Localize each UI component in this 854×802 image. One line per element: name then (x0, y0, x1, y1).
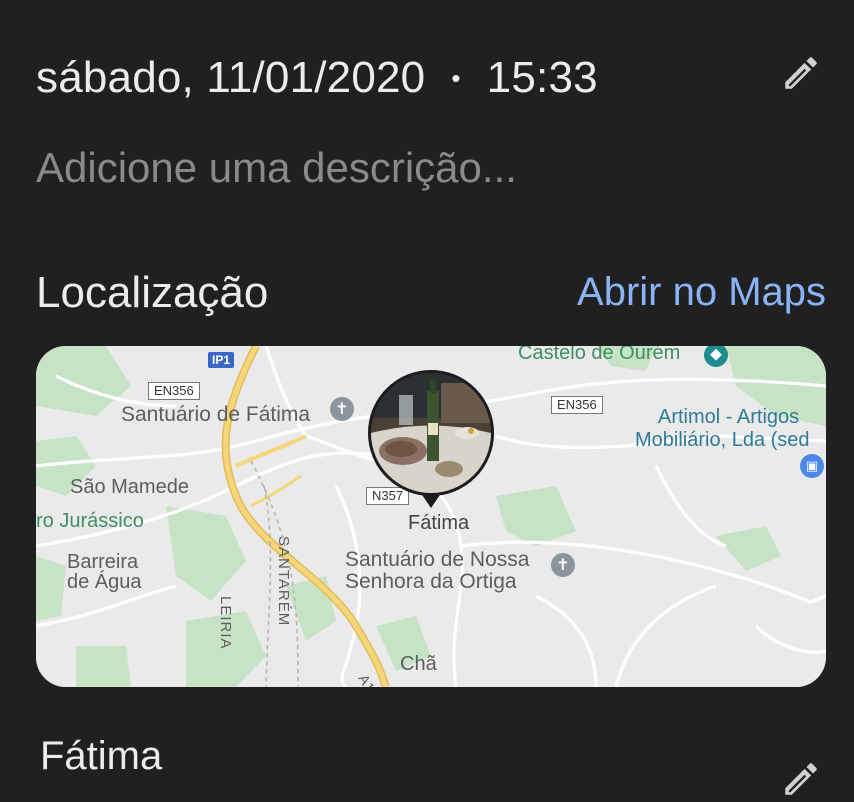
map-label-barreira-line2: de Água (67, 571, 142, 593)
map-label-barreira-line1: Barreira (67, 551, 139, 573)
road-shield-en356-east: EN356 (551, 396, 603, 414)
map-label-ortiga-line2: Senhora da Ortiga (345, 570, 517, 593)
shopping-bag-icon: ▣ (800, 454, 824, 478)
photo-thumbnail (368, 370, 494, 496)
map-label-artimol-line2: Mobiliário, Lda (sed (635, 429, 810, 451)
place-name: Fátima (40, 734, 163, 778)
road-shield-en356: EN356 (148, 382, 200, 400)
church-icon: ✝ (330, 397, 354, 421)
location-map[interactable]: IP1 EN356 EN356 N357 Castelo de Ourém ⬥ … (36, 346, 826, 687)
separator-dot: • (451, 62, 461, 93)
location-title: Localização (36, 268, 269, 317)
map-label-leiria: LEIRIA (217, 596, 234, 650)
photo-date: sábado, 11/01/2020 (36, 53, 426, 102)
map-label-santuario-fatima: Santuário de Fátima (121, 403, 311, 426)
edit-place-button[interactable] (778, 756, 824, 802)
pencil-icon (785, 763, 817, 795)
map-label-sao-mamede: São Mamede (70, 476, 189, 498)
church-icon: ✝ (551, 553, 575, 577)
date-time-row: sábado, 11/01/2020 • 15:33 (36, 48, 598, 108)
map-label-santarem: SANTARÉM (275, 536, 292, 627)
photo-time: 15:33 (486, 53, 598, 102)
photo-location-pin[interactable] (368, 370, 494, 516)
map-label-ortiga-line1: Santuário de Nossa (345, 548, 530, 571)
pencil-icon (785, 57, 817, 89)
edit-date-button[interactable] (778, 50, 824, 96)
open-in-maps-link[interactable]: Abrir no Maps (577, 270, 826, 315)
map-label-castelo: Castelo de Ourém (518, 346, 681, 364)
road-shield-ip1: IP1 (208, 352, 235, 368)
description-input[interactable] (36, 140, 736, 196)
map-label-jurassico: ro Jurássico (36, 510, 144, 532)
map-label-cha: Chã (400, 653, 437, 675)
map-label-artimol-line1: Artimol - Artigos (658, 406, 800, 428)
